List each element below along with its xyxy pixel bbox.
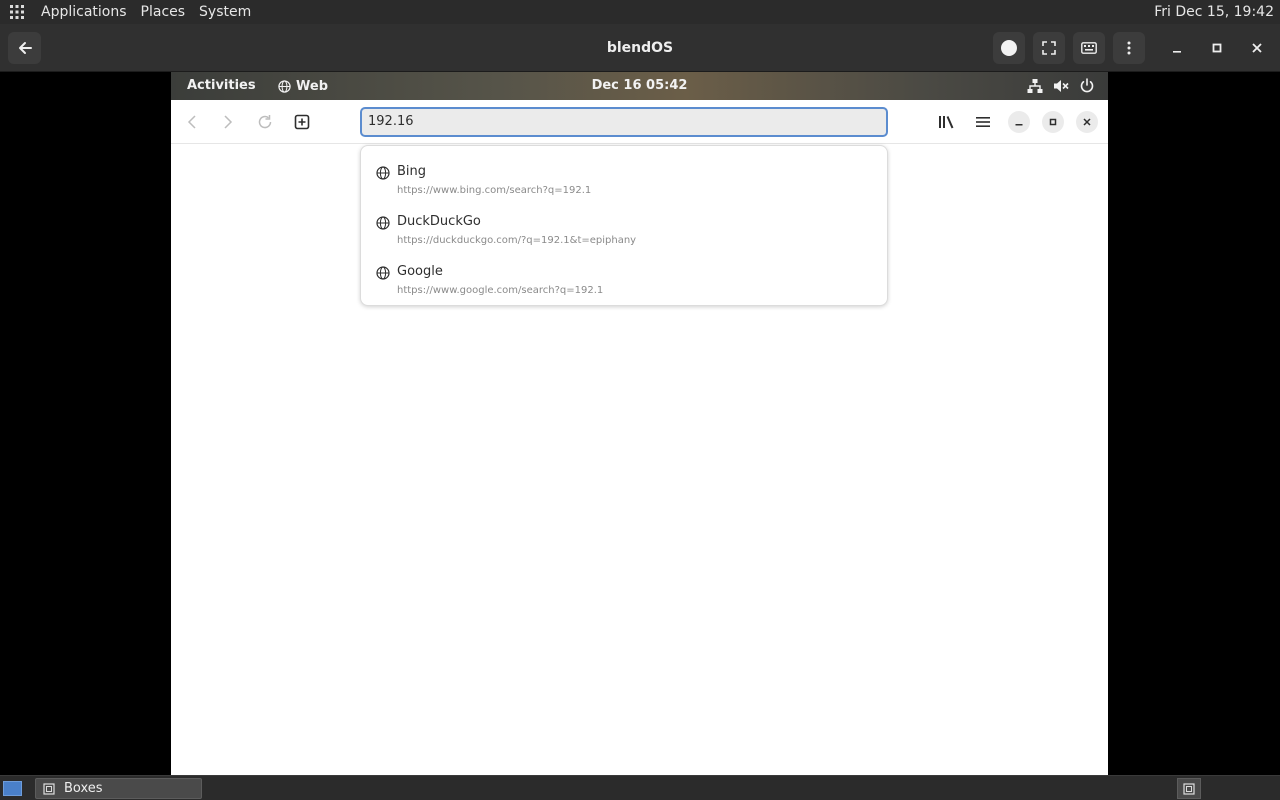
reload-button[interactable] [255,112,275,132]
library-icon [939,116,954,129]
close-icon [1083,118,1091,126]
globe-icon [376,266,390,280]
system-tray[interactable] [1027,78,1095,94]
minimize-icon [1015,124,1023,126]
taskbar-item-boxes[interactable]: Boxes [35,778,202,799]
host-top-panel: Applications Places System Fri Dec 15, 1… [0,0,1280,24]
host-clock[interactable]: Fri Dec 15, 19:42 [1154,0,1274,24]
volume-muted-icon [1054,80,1069,92]
globe-icon [376,166,390,180]
maximize-icon [1212,43,1222,53]
menu-system[interactable]: System [192,0,258,24]
power-icon [1080,78,1094,93]
suggestion-url: https://www.bing.com/search?q=192.1 [397,185,592,196]
activities-button[interactable]: Activities [187,72,256,100]
guest-display[interactable]: Activities Web Dec 16 05:42 192.16 Bing … [171,72,1108,775]
browser-toolbar: 192.16 [171,100,1108,144]
minimize-icon [1173,51,1181,53]
browser-minimize-button[interactable] [1008,111,1030,133]
suggestion-name: Google [397,264,443,279]
fullscreen-icon [1042,41,1056,55]
workspace-icon [1183,782,1195,795]
suggestion-name: Bing [397,164,427,179]
workspace-switcher[interactable] [1177,778,1201,799]
guest-top-bar: Activities Web Dec 16 05:42 [171,72,1108,100]
boxes-app-icon [38,782,60,795]
record-circle-icon [1001,40,1017,56]
close-button[interactable] [1245,36,1269,60]
reload-icon [258,115,272,129]
add-tab-icon [294,114,310,130]
nav-forward-button[interactable] [218,112,238,132]
new-tab-button[interactable] [292,112,312,132]
browser-maximize-button[interactable] [1042,111,1064,133]
chevron-left-icon [187,115,196,129]
keyboard-button[interactable] [1073,32,1105,64]
app-menu-web[interactable]: Web [278,72,328,100]
maximize-button[interactable] [1205,36,1229,60]
url-input[interactable]: 192.16 [360,107,888,137]
suggestion-google[interactable]: Google https://www.google.com/search?q=1… [361,252,887,302]
nav-back-button[interactable] [182,112,202,132]
keyboard-icon [1081,42,1097,54]
minimize-button[interactable] [1165,36,1189,60]
menu-button[interactable] [1113,32,1145,64]
globe-icon [278,79,291,93]
menu-places[interactable]: Places [134,0,193,24]
suggestion-name: DuckDuckGo [397,214,481,229]
apps-grid-icon[interactable] [0,0,34,24]
menu-applications[interactable]: Applications [34,0,134,24]
host-taskbar: Boxes [0,775,1280,800]
browser-close-button[interactable] [1076,111,1098,133]
bookmarks-button[interactable] [936,112,956,132]
main-menu-button[interactable] [973,112,993,132]
suggestion-bing[interactable]: Bing https://www.bing.com/search?q=192.1 [361,152,887,202]
boxes-header-bar: blendOS [0,24,1280,72]
taskbar-item-label: Boxes [64,781,103,796]
globe-icon [376,216,390,230]
network-wired-icon [1027,79,1043,93]
close-icon [1252,43,1262,53]
suggestion-duckduckgo[interactable]: DuckDuckGo https://duckduckgo.com/?q=192… [361,202,887,252]
show-desktop-button[interactable] [3,781,22,796]
url-suggestions-popover: Bing https://www.bing.com/search?q=192.1… [360,145,888,306]
arrow-left-icon [18,42,32,54]
suggestion-url: https://www.google.com/search?q=192.1 [397,285,604,296]
hamburger-menu-icon [976,117,990,127]
chevron-right-icon [224,115,233,129]
more-vertical-icon [1127,41,1131,55]
maximize-icon [1049,118,1057,126]
screenshot-button[interactable] [993,32,1025,64]
back-button[interactable] [8,32,41,64]
suggestion-url: https://duckduckgo.com/?q=192.1&t=epipha… [397,235,637,246]
app-name: Web [296,78,328,94]
fullscreen-button[interactable] [1033,32,1065,64]
